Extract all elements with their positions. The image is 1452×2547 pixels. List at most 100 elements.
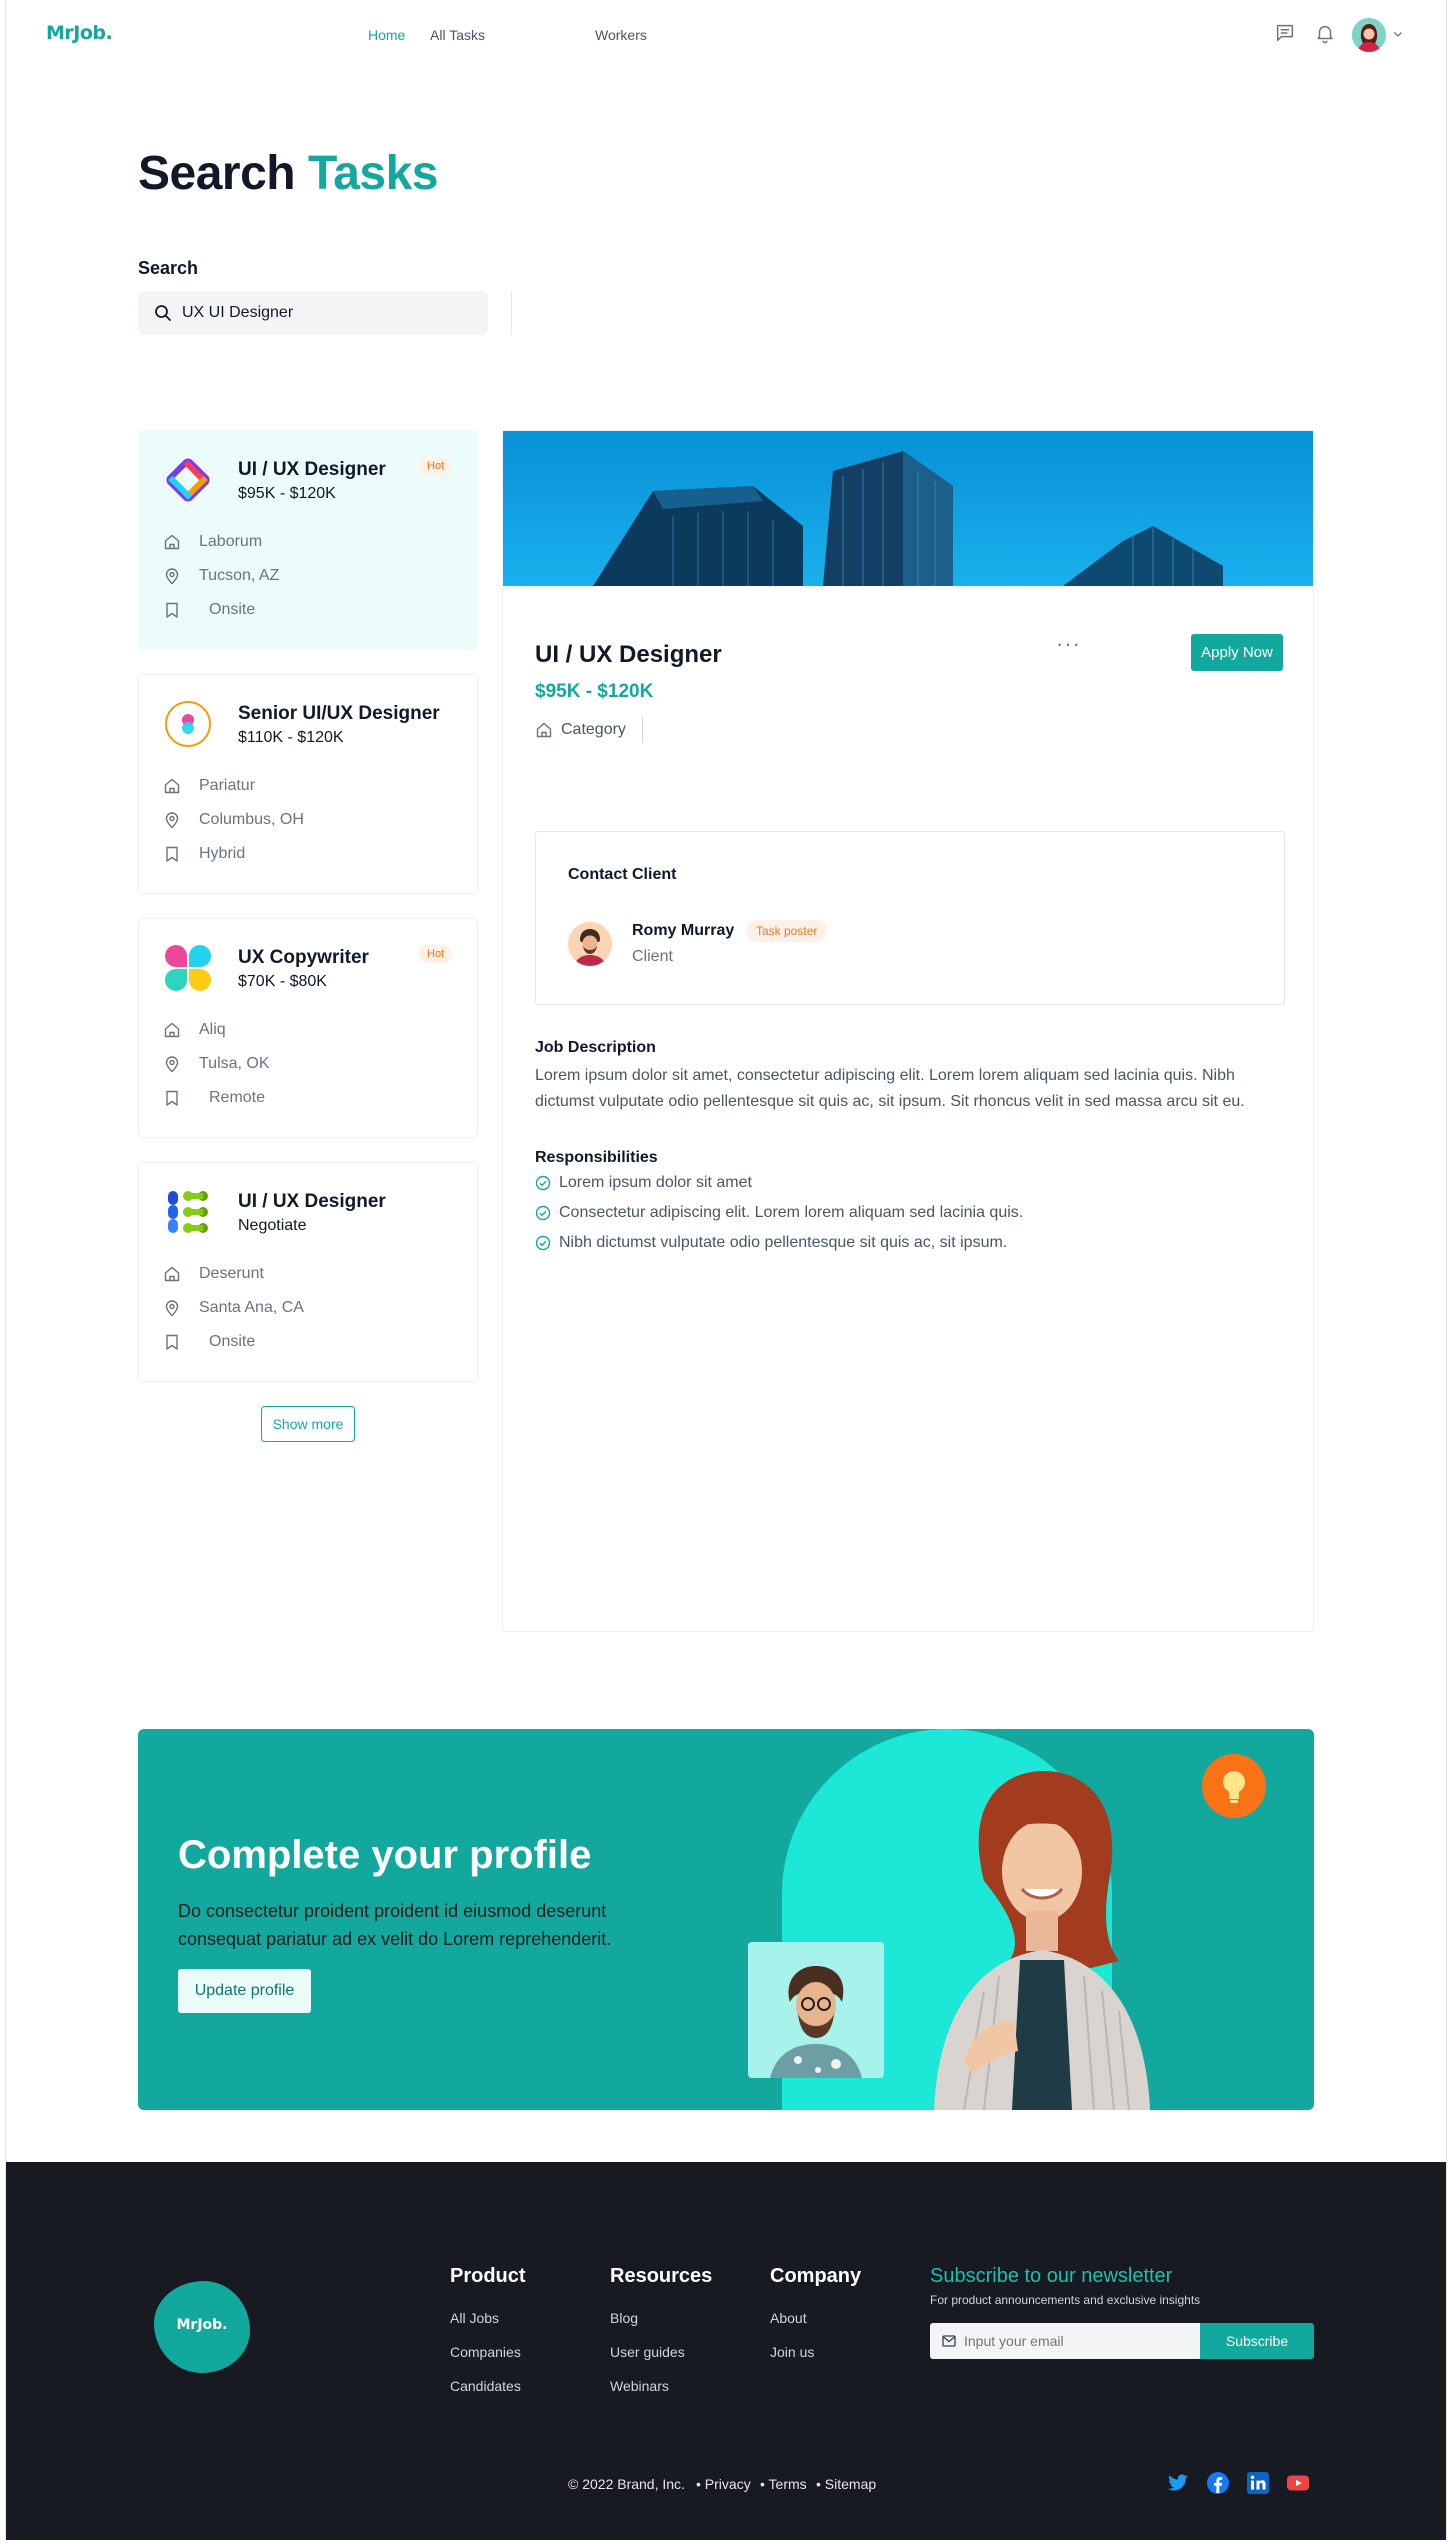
footer-link-privacy[interactable]: • Privacy	[696, 2476, 751, 2492]
newsletter-subtitle: For product announcements and exclusive …	[930, 2293, 1201, 2307]
avatar[interactable]	[1352, 18, 1386, 52]
job-location: Columbus, OH	[163, 811, 304, 829]
job-location-label: Santa Ana, CA	[199, 1299, 304, 1316]
job-card[interactable]: UX Copywriter $70K - $80K Hot Aliq Tulsa…	[138, 918, 478, 1138]
footer-link-user-guides[interactable]: User guides	[610, 2344, 685, 2360]
search-icon	[155, 305, 171, 321]
footer-link-about[interactable]: About	[770, 2310, 807, 2326]
job-company: Deserunt	[163, 1265, 264, 1283]
bookmark-icon	[166, 1334, 178, 1350]
show-more-button[interactable]: Show more	[261, 1406, 355, 1442]
logo[interactable]: MrJob.	[46, 22, 113, 44]
footer-link-webinars[interactable]: Webinars	[610, 2378, 669, 2394]
search-input[interactable]	[182, 291, 472, 335]
copyright: © 2022 Brand, Inc.	[568, 2476, 685, 2492]
job-company-label: Pariatur	[199, 777, 256, 794]
newsletter-email-field[interactable]	[930, 2323, 1200, 2359]
footer-col-title-product: Product	[450, 2265, 526, 2287]
location-pin-icon	[165, 812, 179, 829]
job-location: Santa Ana, CA	[163, 1299, 304, 1317]
responsibility-item: Nibh dictumst vulputate odio pellentesqu…	[535, 1234, 1007, 1252]
job-company: Laborum	[163, 533, 262, 551]
job-location: Tucson, AZ	[163, 567, 279, 585]
location-pin-icon	[165, 1300, 179, 1317]
footer: MrJob. Product All Jobs Companies Candid…	[6, 2162, 1446, 2540]
nav-home[interactable]: Home	[368, 27, 405, 43]
bookmark-icon	[166, 1090, 178, 1106]
message-icon[interactable]	[1274, 22, 1296, 44]
detail-title: UI / UX Designer	[535, 641, 722, 668]
job-type-label: Onsite	[209, 601, 256, 618]
hot-badge: Hot	[419, 945, 453, 963]
location-pin-icon	[165, 568, 179, 585]
nav-workers[interactable]: Workers	[595, 27, 647, 43]
client-name: Romy Murray	[632, 922, 735, 939]
company-logo-ring-icon	[165, 701, 211, 747]
job-title: Senior UI/UX Designer	[238, 703, 440, 724]
cta-text: Do consectetur proident proident id eius…	[178, 1901, 612, 1949]
job-card[interactable]: UI / UX Designer $95K - $120K Hot Laboru…	[138, 430, 478, 650]
bell-icon[interactable]	[1314, 22, 1336, 44]
footer-link-candidates[interactable]: Candidates	[450, 2378, 521, 2394]
detail-salary: $95K - $120K	[535, 681, 654, 702]
job-type-label: Onsite	[209, 1333, 256, 1350]
bookmark-icon	[166, 846, 178, 862]
task-poster-badge: Task poster	[746, 920, 828, 942]
job-location-label: Columbus, OH	[199, 811, 304, 828]
job-type-label: Remote	[209, 1089, 266, 1106]
man-portrait-image	[748, 1942, 884, 2078]
linkedin-icon[interactable]	[1246, 2471, 1270, 2495]
job-card[interactable]: Senior UI/UX Designer $110K - $120K Pari…	[138, 674, 478, 894]
job-type: Remote	[163, 1089, 265, 1107]
footer-logo[interactable]: MrJob.	[154, 2281, 250, 2373]
twitter-icon[interactable]	[1166, 2471, 1190, 2495]
page-title: Search Tasks	[138, 146, 439, 201]
job-salary: $70K - $80K	[238, 973, 327, 990]
footer-link-all-jobs[interactable]: All Jobs	[450, 2310, 499, 2326]
subscribe-button[interactable]: Subscribe	[1200, 2323, 1314, 2359]
responsibility-item: Lorem ipsum dolor sit amet	[535, 1174, 752, 1192]
more-options-icon[interactable]: ···	[1056, 631, 1081, 657]
cta-title: Complete your profile	[178, 1833, 592, 1877]
footer-col-title-resources: Resources	[610, 2265, 713, 2287]
complete-profile-banner: Complete your profile Do consectetur pro…	[138, 1729, 1314, 2110]
job-type: Onsite	[163, 601, 255, 619]
footer-link-companies[interactable]: Companies	[450, 2344, 521, 2360]
job-detail-panel: UI / UX Designer $95K - $120K Category ·…	[502, 430, 1314, 1632]
newsletter-title: Subscribe to our newsletter	[930, 2265, 1173, 2287]
nav-all-tasks[interactable]: All Tasks	[430, 27, 485, 43]
facebook-icon[interactable]	[1206, 2471, 1230, 2495]
job-salary: Negotiate	[238, 1217, 307, 1234]
footer-link-terms[interactable]: • Terms	[760, 2476, 807, 2492]
footer-link-join-us[interactable]: Join us	[770, 2344, 814, 2360]
job-description-heading: Job Description	[535, 1039, 656, 1056]
client-avatar[interactable]	[568, 922, 612, 966]
home-icon	[164, 1022, 180, 1038]
update-profile-button[interactable]: Update profile	[178, 1969, 311, 2013]
chevron-down-icon[interactable]	[1393, 29, 1403, 39]
responsibilities-heading: Responsibilities	[535, 1149, 658, 1166]
footer-link-sitemap[interactable]: • Sitemap	[816, 2476, 876, 2492]
job-location: Tulsa, OK	[163, 1055, 270, 1073]
job-company: Pariatur	[163, 777, 255, 795]
page-title-accent: Tasks	[307, 147, 439, 200]
location-pin-icon	[165, 1056, 179, 1073]
job-salary: $110K - $120K	[238, 729, 344, 746]
youtube-icon[interactable]	[1286, 2471, 1310, 2495]
footer-link-blog[interactable]: Blog	[610, 2310, 638, 2326]
responsibility-text: Nibh dictumst vulputate odio pellentesqu…	[559, 1234, 1008, 1251]
bookmark-icon	[166, 602, 178, 618]
apply-now-button[interactable]: Apply Now	[1191, 634, 1283, 671]
footer-col-title-company: Company	[770, 2265, 862, 2287]
category-divider	[641, 717, 643, 743]
company-logo-petals-icon	[165, 945, 211, 991]
job-card[interactable]: UI / UX Designer Negotiate Deserunt Sant…	[138, 1162, 478, 1382]
job-title: UX Copywriter	[238, 947, 369, 968]
job-type: Hybrid	[163, 845, 245, 863]
newsletter-email-input[interactable]	[964, 2323, 1194, 2359]
home-icon	[164, 778, 180, 794]
company-logo-diamond-icon	[166, 458, 210, 502]
job-type-label: Hybrid	[199, 845, 246, 862]
search-box[interactable]	[138, 291, 488, 335]
contact-client-heading: Contact Client	[568, 866, 677, 883]
